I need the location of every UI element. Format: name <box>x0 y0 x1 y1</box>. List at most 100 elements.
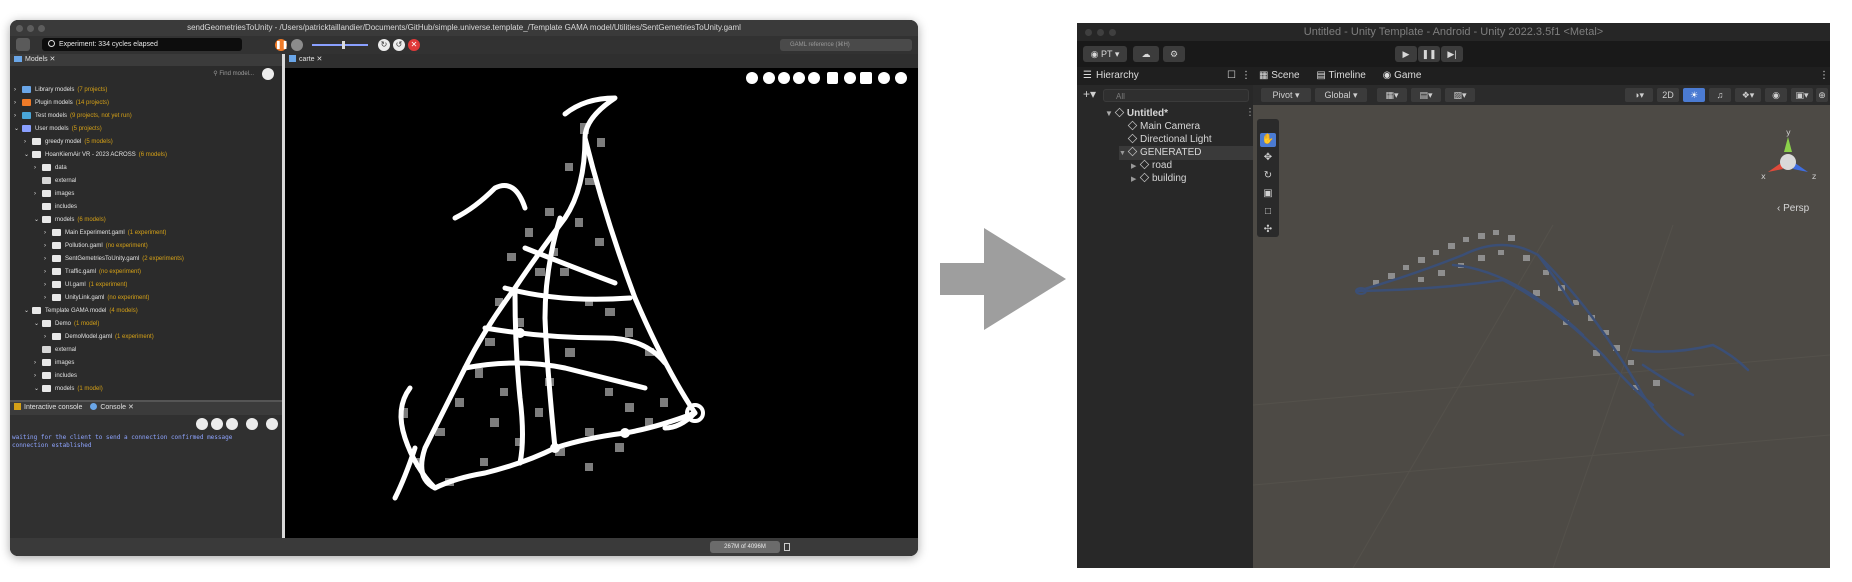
hierarchy-item[interactable]: ▼ GENERATED <box>1119 146 1253 160</box>
tab-scene[interactable]: Scene <box>1271 70 1299 81</box>
tab-interactive-console[interactable]: Interactive console <box>24 404 82 411</box>
expand-arrow-icon[interactable]: ⌄ <box>34 383 42 396</box>
toggle-2d-button[interactable]: 2D <box>1657 88 1679 102</box>
expand-arrow-icon[interactable]: › <box>44 331 52 344</box>
tree-item[interactable]: › Test models (9 projects, not yet run) <box>14 110 132 123</box>
tree-item[interactable]: › UI.gaml (1 experiment) <box>44 279 127 292</box>
console-pause-icon[interactable] <box>226 418 238 430</box>
tree-item[interactable]: › UnityLink.gaml (no experiment) <box>44 292 149 305</box>
tree-item[interactable]: includes <box>34 201 80 214</box>
add-object-button[interactable]: +▾ <box>1083 87 1096 101</box>
speed-slider[interactable] <box>312 44 368 46</box>
gizmos-dropdown-icon[interactable]: ⊕ <box>1816 88 1828 102</box>
tree-item[interactable]: external <box>34 175 79 188</box>
tree-item[interactable]: ⌄ HoanKiemAir VR - 2023 ACROSS (6 models) <box>24 149 167 162</box>
hidden-objects-icon[interactable]: ◉ <box>1765 88 1787 102</box>
tree-item[interactable]: ⌄ User models (5 projects) <box>14 123 102 136</box>
tree-item[interactable]: ⌄ Template GAMA model (4 models) <box>24 305 138 318</box>
expand-arrow-icon[interactable]: › <box>14 110 22 123</box>
hierarchy-item[interactable]: Main Camera <box>1119 120 1200 133</box>
tree-item[interactable]: ⌄ Demo (1 model) <box>34 318 99 331</box>
memory-indicator[interactable]: 267M of 4096M <box>710 541 780 553</box>
expand-arrow-icon[interactable]: › <box>44 292 52 305</box>
trash-icon[interactable] <box>784 543 790 551</box>
zoom-window-icon[interactable] <box>38 25 45 32</box>
expand-arrow-icon[interactable]: ⌄ <box>34 318 42 331</box>
global-dropdown[interactable]: Global ▾ <box>1315 88 1367 102</box>
pivot-dropdown[interactable]: Pivot ▾ <box>1261 88 1311 102</box>
find-model-input[interactable]: ⚲ Find model... <box>150 69 254 80</box>
map-canvas[interactable] <box>285 68 918 538</box>
step-button[interactable] <box>291 39 303 51</box>
expand-arrow-icon[interactable]: ⌄ <box>14 123 22 136</box>
minimize-window-icon[interactable] <box>1097 29 1104 36</box>
expand-arrow-icon[interactable]: › <box>14 84 22 97</box>
expand-arrow-icon[interactable]: › <box>44 253 52 266</box>
console-clear-icon[interactable] <box>246 418 258 430</box>
lighting-toggle-icon[interactable]: ☀ <box>1683 88 1705 102</box>
audio-toggle-icon[interactable]: ♫ <box>1709 88 1731 102</box>
effects-dropdown-icon[interactable]: ❖▾ <box>1735 88 1761 102</box>
sync-button[interactable]: ↺ <box>393 39 405 51</box>
tree-item[interactable]: › Main Experiment.gaml (1 experiment) <box>44 227 166 240</box>
close-tab-icon[interactable]: ✕ <box>128 404 134 411</box>
account-dropdown[interactable]: ◉ PT ▾ <box>1083 46 1127 62</box>
close-window-icon[interactable] <box>1085 29 1092 36</box>
tree-item[interactable]: › SentGemetriesToUnity.gaml (2 experiments… <box>44 253 184 266</box>
tree-item[interactable]: › Library models (7 projects) <box>14 84 107 97</box>
close-window-icon[interactable] <box>16 25 23 32</box>
tab-game[interactable]: Game <box>1394 70 1421 81</box>
zoom-window-icon[interactable] <box>1109 29 1116 36</box>
scene-viewport[interactable] <box>1253 105 1830 568</box>
tab-hierarchy[interactable]: Hierarchy <box>1096 70 1139 81</box>
console-action-icon[interactable] <box>266 418 278 430</box>
console-action-icon[interactable] <box>211 418 223 430</box>
tree-item[interactable]: external <box>34 344 79 357</box>
reload-button[interactable]: ↻ <box>378 39 390 51</box>
close-tab-icon[interactable]: ✕ <box>317 56 323 63</box>
orientation-gizmo[interactable]: y x z <box>1753 127 1823 197</box>
tree-item[interactable]: › greedy model (5 models) <box>24 136 113 149</box>
hierarchy-item[interactable]: Directional Light <box>1119 133 1212 146</box>
tree-item[interactable]: › DemoModel.gaml (1 experiment) <box>44 331 154 344</box>
expand-arrow-icon[interactable]: › <box>14 97 22 110</box>
expand-arrow-icon[interactable]: ▼ <box>1105 109 1113 118</box>
pause-button[interactable]: ❚❚ <box>275 39 288 51</box>
tree-item[interactable]: › images <box>34 357 77 370</box>
expand-arrow-icon[interactable]: › <box>24 136 32 149</box>
pause-button[interactable]: ❚❚ <box>1418 46 1440 62</box>
console-action-icon[interactable] <box>196 418 208 430</box>
step-button[interactable]: ▶| <box>1441 46 1463 62</box>
gaml-reference-search[interactable]: GAML reference (⌘H) <box>780 39 912 51</box>
grid-snapping-icon[interactable]: ▦▾ <box>1377 88 1407 102</box>
tree-item[interactable]: › Pollution.gaml (no experiment) <box>44 240 148 253</box>
tree-item[interactable]: ⌄ models (1 model) <box>34 383 103 396</box>
persp-label[interactable]: ‹ Persp <box>1777 203 1809 214</box>
scene-more-options-icon[interactable]: ⋮ <box>1819 67 1829 85</box>
expand-arrow-icon[interactable]: › <box>44 227 52 240</box>
tree-item[interactable]: › data <box>34 162 70 175</box>
speed-slider-handle[interactable] <box>342 41 345 49</box>
tab-console[interactable]: Console <box>100 404 126 411</box>
camera-settings-icon[interactable]: ▣▾ <box>1791 88 1813 102</box>
tree-item[interactable]: › Plugin models (14 projects) <box>14 97 109 110</box>
expand-arrow-icon[interactable]: › <box>34 370 42 383</box>
expand-arrow-icon[interactable]: › <box>44 240 52 253</box>
expand-arrow-icon[interactable]: ⌄ <box>24 305 32 318</box>
cloud-icon[interactable]: ☁ <box>1133 46 1159 62</box>
tree-item[interactable]: ⌄ models (6 models) <box>34 214 106 227</box>
hierarchy-item[interactable]: ▶ road <box>1131 159 1172 173</box>
expand-arrow-icon[interactable]: ▼ <box>1119 147 1128 160</box>
scene-root[interactable]: ▼ Untitled* <box>1105 107 1168 120</box>
more-options-icon[interactable]: ⋮ <box>1241 67 1251 85</box>
expand-arrow-icon[interactable]: ⌄ <box>34 214 42 227</box>
expand-arrow-icon[interactable]: › <box>44 266 52 279</box>
expand-arrow-icon[interactable]: ▶ <box>1131 173 1140 186</box>
close-tab-icon[interactable]: ✕ <box>50 56 56 63</box>
new-model-button[interactable] <box>262 68 274 80</box>
expand-arrow-icon[interactable]: › <box>34 188 42 201</box>
tab-models[interactable]: Models <box>25 56 48 63</box>
tab-timeline[interactable]: Timeline <box>1328 70 1365 81</box>
expand-arrow-icon[interactable]: › <box>34 357 42 370</box>
edit-icon[interactable] <box>16 38 30 51</box>
